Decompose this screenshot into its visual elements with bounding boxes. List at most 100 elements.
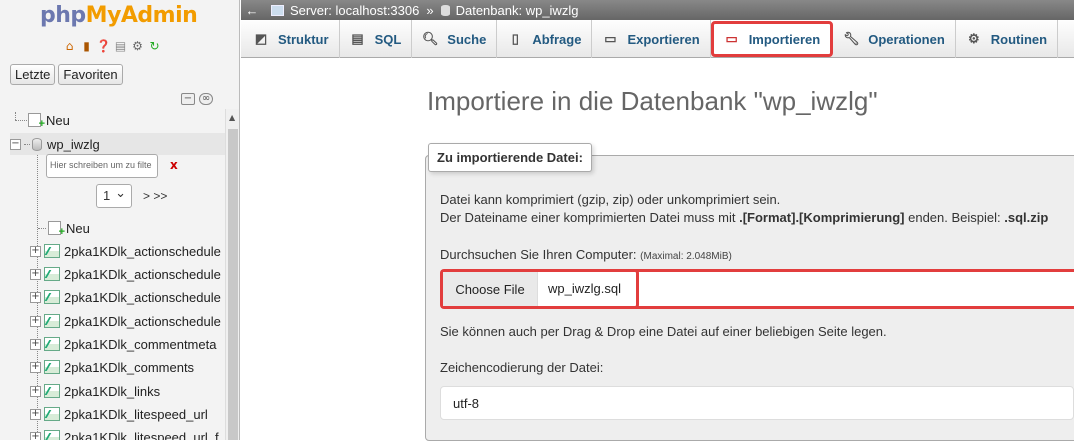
example-extension: .sql.zip [1004, 210, 1049, 225]
link-icon[interactable]: ∞ [199, 93, 213, 105]
browse-label: Durchsuchen Sie Ihren Computer: (Maximal… [440, 247, 732, 262]
tab-label: Importieren [748, 31, 821, 47]
page-select[interactable]: 1 [96, 184, 132, 208]
next-page-link[interactable]: > >> [143, 189, 167, 203]
tree-line [24, 143, 30, 145]
exit-icon[interactable]: ▮ [79, 38, 94, 53]
table-name: 2pka1KDlk_links [64, 383, 161, 399]
collapse-all-icon[interactable]: − [181, 93, 195, 105]
clear-filter-icon[interactable]: x [170, 158, 178, 172]
choose-file-button[interactable]: Choose File [443, 272, 538, 306]
compression-info-line1: Datei kann komprimiert (gzip, zip) oder … [440, 192, 781, 207]
tab-label: Suche [447, 31, 487, 47]
expand-icon[interactable]: + [30, 338, 41, 350]
tab-exportieren[interactable]: ▭ Exportieren [592, 20, 711, 58]
logo-admin: Admin [120, 3, 198, 28]
new-icon [48, 221, 65, 238]
expand-icon[interactable]: + [30, 361, 41, 373]
collapse-icon[interactable]: − [10, 138, 21, 150]
database-icon [440, 4, 450, 16]
import-icon: ▭ [725, 31, 738, 46]
back-arrow-icon[interactable]: ← [241, 3, 263, 18]
table-name: 2pka1KDlk_litespeed_url_f [64, 429, 219, 441]
table-item[interactable]: + 2pka1KDlk_litespeed_url_f [30, 426, 219, 440]
routines-icon: ⚙ [967, 31, 980, 46]
expand-icon[interactable]: + [30, 245, 41, 257]
tree-line [15, 112, 16, 120]
breadcrumb: ← Server: localhost:3306 » Datenbank: wp… [241, 0, 1074, 20]
table-item[interactable]: + 2pka1KDlk_commentmeta [30, 333, 216, 355]
file-input[interactable]: Choose File wp_iwzlg.sql [440, 269, 1074, 309]
expand-icon[interactable]: + [30, 431, 41, 440]
recent-button[interactable]: Letzte [10, 64, 56, 85]
reload-icon[interactable]: ↻ [147, 38, 162, 53]
tab-sql[interactable]: ▤ SQL [340, 20, 413, 58]
scroll-up-icon[interactable]: ▲ [229, 113, 235, 122]
tab-suche[interactable]: 🔍︎ Suche [412, 20, 498, 58]
charset-label: Zeichencodierung der Datei: [440, 360, 604, 375]
nav-icon-row: ⌂ ▮ ❓ ▤ ⚙ ↻ [62, 38, 162, 53]
tab-importieren[interactable]: ▭ Importieren [710, 21, 834, 57]
tree-item-database[interactable]: − wp_iwzlg [10, 133, 225, 155]
logo-php: php [40, 3, 86, 28]
breadcrumb-separator: » [426, 2, 434, 18]
tree-item-new-db[interactable]: Neu [28, 109, 70, 131]
table-name: 2pka1KDlk_actionschedule [64, 243, 221, 259]
tab-abfrage[interactable]: ▯ Abfrage [497, 20, 593, 58]
tab-struktur[interactable]: ◩ Struktur [241, 20, 340, 58]
page-title: Importiere in die Datenbank "wp_iwzlg" [427, 86, 878, 116]
table-item[interactable]: + 2pka1KDlk_litespeed_url [30, 403, 208, 425]
breadcrumb-server[interactable]: Server: localhost:3306 [290, 3, 419, 18]
fieldset-legend: Zu importierende Datei: [428, 143, 592, 172]
table-icon [44, 337, 60, 351]
expand-icon[interactable]: + [30, 408, 41, 420]
table-icon [44, 244, 60, 258]
server-icon [271, 4, 284, 16]
nav-tab-buttons: Letzte Favoriten [10, 64, 123, 85]
table-name: 2pka1KDlk_commentmeta [64, 336, 217, 352]
browse-text: Durchsuchen Sie Ihren Computer: [440, 247, 641, 262]
table-item[interactable]: + 2pka1KDlk_actionschedule [30, 310, 221, 332]
info-text: enden. Beispiel: [904, 210, 1005, 225]
logo-my: My [85, 3, 122, 28]
table-item[interactable]: + 2pka1KDlk_actionschedule [30, 263, 221, 285]
scrollbar-thumb[interactable] [228, 129, 238, 440]
tab-label: Struktur [278, 31, 329, 47]
table-item[interactable]: + 2pka1KDlk_comments [30, 356, 194, 378]
phpmyadmin-logo[interactable]: phpMyAdmin [40, 3, 198, 28]
new-icon [28, 113, 45, 130]
table-name: 2pka1KDlk_litespeed_url [64, 406, 208, 422]
table-item[interactable]: + 2pka1KDlk_actionschedule [30, 240, 221, 262]
docs-icon[interactable]: ▤ [113, 38, 128, 53]
tree-item-label: Neu [66, 220, 90, 236]
tree-item-new-table[interactable]: Neu [38, 217, 90, 239]
tab-label: Exportieren [627, 31, 700, 47]
expand-icon[interactable]: + [30, 291, 41, 303]
table-icon [44, 407, 60, 421]
nav-scrollbar[interactable]: ▲ [225, 109, 239, 440]
tab-routinen[interactable]: ⚙ Routinen [956, 20, 1059, 58]
export-icon: ▭ [604, 31, 617, 46]
expand-icon[interactable]: + [30, 268, 41, 280]
tree-controls: − ∞ [181, 93, 213, 105]
drag-drop-hint: Sie können auch per Drag & Drop eine Dat… [440, 324, 887, 339]
tree-item-label: Neu [46, 112, 70, 128]
table-item[interactable]: + 2pka1KDlk_links [30, 380, 160, 402]
breadcrumb-database[interactable]: Datenbank: wp_iwzlg [456, 3, 579, 18]
settings-icon[interactable]: ⚙ [130, 38, 145, 53]
table-filter-input[interactable]: Hier schreiben um zu filte [46, 154, 158, 178]
help-icon[interactable]: ❓ [96, 38, 111, 53]
query-icon: ▯ [511, 31, 519, 46]
table-name: 2pka1KDlk_comments [64, 359, 195, 375]
expand-icon[interactable]: + [30, 385, 41, 397]
navigation-panel: phpMyAdmin ⌂ ▮ ❓ ▤ ⚙ ↻ Letzte Favoriten … [0, 0, 240, 440]
home-icon[interactable]: ⌂ [62, 38, 77, 53]
tab-label: Abfrage [532, 31, 582, 47]
charset-select[interactable]: utf-8 [440, 386, 1074, 420]
table-name: 2pka1KDlk_actionschedule [64, 289, 221, 305]
expand-icon[interactable]: + [30, 315, 41, 327]
tab-operationen[interactable]: 🔧︎ Operationen [833, 20, 956, 58]
favorites-button[interactable]: Favoriten [58, 64, 123, 85]
table-item[interactable]: + 2pka1KDlk_actionschedule [30, 286, 221, 308]
tab-label: Operationen [868, 31, 945, 47]
